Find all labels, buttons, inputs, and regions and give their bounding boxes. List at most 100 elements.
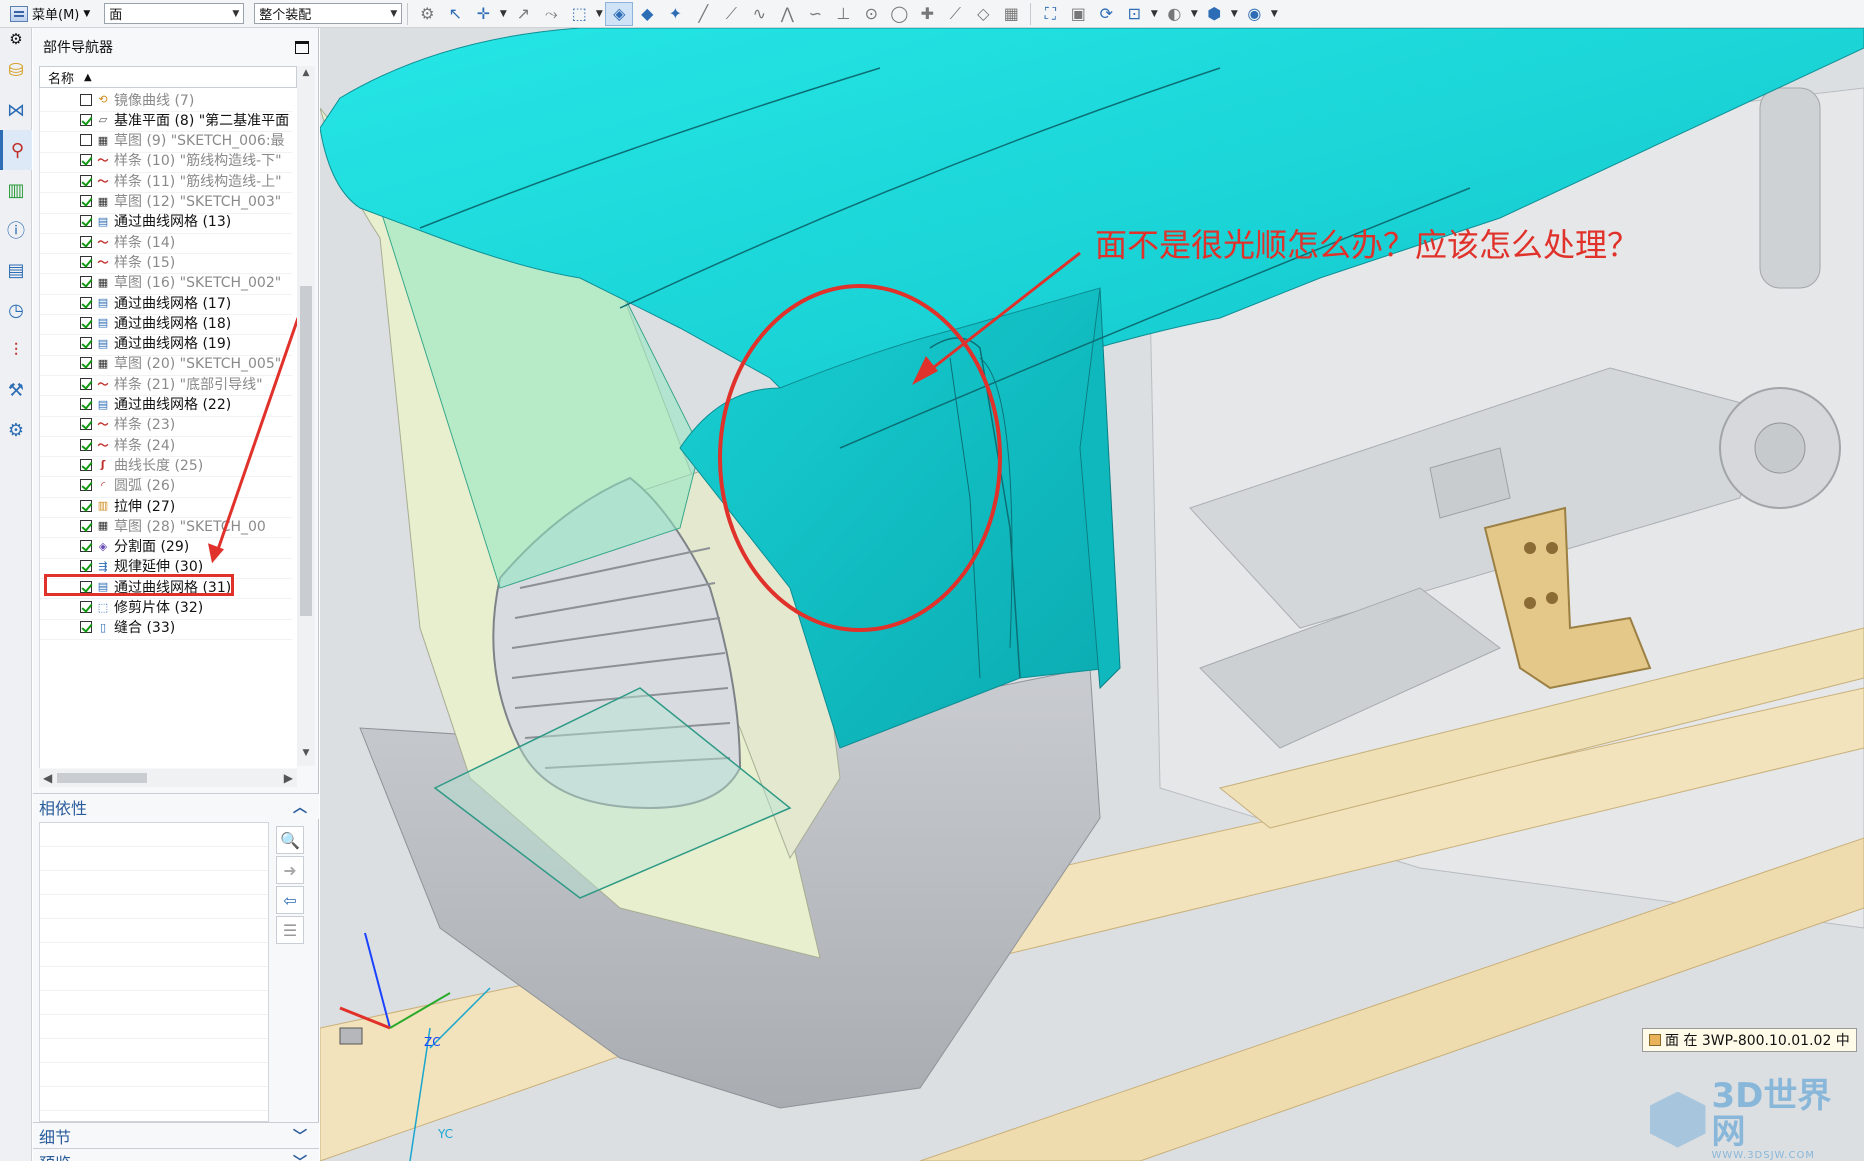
visibility-checkbox[interactable] xyxy=(80,499,92,512)
tree-horizontal-scrollbar[interactable]: ◀ ▶ xyxy=(39,769,297,787)
web-browser-icon[interactable]: ⓘ xyxy=(0,210,32,250)
arrow-left-icon[interactable]: ⇦ xyxy=(276,886,304,914)
tree-vertical-scrollbar[interactable]: ▲ ▼ xyxy=(297,66,315,766)
column-header-name[interactable]: 名称 ▲ xyxy=(39,66,297,88)
chevron-down-icon[interactable]: ▼ xyxy=(1228,2,1240,26)
spline-icon[interactable]: ∽ xyxy=(801,2,829,26)
image-icon[interactable]: ▣ xyxy=(1064,2,1092,26)
dependency-row xyxy=(40,919,268,943)
line-icon[interactable]: ╱ xyxy=(689,2,717,26)
visibility-checkbox[interactable] xyxy=(80,296,92,309)
visibility-checkbox[interactable] xyxy=(80,316,92,329)
feature-curve-icon[interactable]: ⤳ xyxy=(537,2,565,26)
preview-panel-header[interactable]: 预览 ﹀ xyxy=(33,1148,319,1161)
dependencies-panel-header[interactable]: 相依性 ︿ xyxy=(33,793,319,819)
spline-icon: 〜 xyxy=(97,255,109,269)
visibility-checkbox[interactable] xyxy=(80,134,92,147)
chevron-down-icon[interactable]: ▼ xyxy=(1188,2,1200,26)
visibility-checkbox[interactable] xyxy=(80,195,92,207)
shading-icon[interactable]: ◐ xyxy=(1160,2,1188,26)
model-view[interactable]: ZC YC xyxy=(320,28,1864,1161)
visibility-checkbox[interactable] xyxy=(80,174,92,187)
visibility-checkbox[interactable] xyxy=(80,357,92,370)
visibility-checkbox[interactable] xyxy=(80,519,92,532)
assembly-navigator-icon[interactable]: ⛁ xyxy=(0,50,32,90)
grid-icon[interactable]: ▦ xyxy=(997,2,1025,26)
system-materials-icon[interactable]: ⚙ xyxy=(0,410,32,450)
fit-view-icon[interactable]: ⛶ xyxy=(1036,2,1064,26)
menu-button[interactable]: 菜单(M) ▼ xyxy=(4,2,96,26)
filter-list-icon[interactable]: ☰ xyxy=(276,916,304,944)
visibility-checkbox[interactable] xyxy=(80,458,92,471)
selection-filter-dropdown[interactable]: 面 ▼ xyxy=(104,3,245,24)
maximize-icon[interactable] xyxy=(295,40,309,54)
rotate-icon[interactable]: ⟳ xyxy=(1092,2,1120,26)
zoom-window-icon[interactable]: ⊡ xyxy=(1120,2,1148,26)
assembly-filter-icon[interactable]: ⚙ xyxy=(413,2,441,26)
endpoint-icon[interactable]: ⟋ xyxy=(717,2,745,26)
control-point-icon[interactable]: ⋀ xyxy=(773,2,801,26)
visibility-checkbox[interactable] xyxy=(80,337,92,350)
snap-point-icon[interactable]: ✛ xyxy=(469,2,497,26)
visibility-checkbox[interactable] xyxy=(80,540,92,553)
visibility-checkbox[interactable] xyxy=(80,438,92,451)
scroll-right-icon[interactable]: ▶ xyxy=(284,771,293,785)
part-navigator-icon[interactable]: ⚲ xyxy=(0,130,32,170)
intersection-icon[interactable]: ⊥ xyxy=(829,2,857,26)
constraint-navigator-icon[interactable]: ⋈ xyxy=(0,90,32,130)
visibility-checkbox[interactable] xyxy=(80,398,92,410)
circle-icon[interactable]: ◯ xyxy=(885,2,913,26)
visibility-checkbox[interactable] xyxy=(80,479,92,492)
selection-scope-dropdown[interactable]: 整个装配 ▼ xyxy=(254,3,403,24)
graphics-window[interactable]: ZC YC 面不是很光顺怎么办？应该怎么处理？ 面 在 3WP-800.10.0… xyxy=(320,28,1864,1161)
visibility-checkbox[interactable] xyxy=(80,154,92,167)
curve-length-icon: ʃ xyxy=(100,458,106,472)
reuse-library-icon[interactable]: ▥ xyxy=(0,170,32,210)
visibility-checkbox[interactable] xyxy=(80,276,92,289)
dependency-row xyxy=(40,967,268,991)
scroll-thumb[interactable] xyxy=(57,773,147,783)
visibility-checkbox[interactable] xyxy=(80,621,92,634)
details-panel-header[interactable]: 细节 ﹀ xyxy=(33,1122,319,1148)
visibility-checkbox[interactable] xyxy=(80,215,92,228)
scroll-down-icon[interactable]: ▼ xyxy=(297,748,315,764)
clock-icon[interactable]: ◷ xyxy=(0,290,32,330)
search-icon[interactable]: 🔍 xyxy=(276,826,304,854)
analysis-icon[interactable]: ⫶ xyxy=(0,330,32,370)
box-select-icon[interactable]: ⬚ xyxy=(565,2,593,26)
cross-point-icon[interactable]: ✚ xyxy=(913,2,941,26)
tree-row[interactable]: ▯ 缝合 (33) xyxy=(40,616,292,640)
visibility-checkbox[interactable] xyxy=(80,255,92,268)
tangent-icon[interactable]: ⟋ xyxy=(941,2,969,26)
chevron-down-icon[interactable]: ▼ xyxy=(497,2,509,26)
visibility-checkbox[interactable] xyxy=(80,113,92,126)
orient-view-icon[interactable]: ⬢ xyxy=(1200,2,1228,26)
chevron-down-icon[interactable]: ▼ xyxy=(1148,2,1160,26)
scroll-thumb[interactable] xyxy=(300,286,312,616)
select-body-icon[interactable]: ◆ xyxy=(633,2,661,26)
chevron-down-icon[interactable]: ▼ xyxy=(1268,2,1280,26)
connect-curve-icon[interactable]: ↗ xyxy=(509,2,537,26)
chevron-down-icon[interactable]: ▼ xyxy=(593,2,605,26)
visibility-checkbox[interactable] xyxy=(80,93,92,106)
history-icon[interactable]: ▤ xyxy=(0,250,32,290)
curve-mesh-icon: ▤ xyxy=(97,316,109,330)
settings-gear-icon[interactable]: ⚙ xyxy=(0,28,32,50)
visibility-checkbox[interactable] xyxy=(80,601,92,613)
extrude-icon: ▥ xyxy=(97,499,109,512)
select-face-icon[interactable]: ◈ xyxy=(605,1,634,26)
role-icon[interactable]: ⚒ xyxy=(0,370,32,410)
visibility-checkbox[interactable] xyxy=(80,235,92,248)
point-snap-icon[interactable]: ✦ xyxy=(661,2,689,26)
visibility-checkbox[interactable] xyxy=(80,418,92,431)
scroll-up-icon[interactable]: ▲ xyxy=(297,68,315,84)
scroll-left-icon[interactable]: ◀ xyxy=(43,771,52,785)
visibility-checkbox[interactable] xyxy=(80,377,92,390)
visibility-checkbox[interactable] xyxy=(80,560,92,573)
curve-icon[interactable]: ∿ xyxy=(745,2,773,26)
arrow-right-icon[interactable]: ➜ xyxy=(276,856,304,884)
render-style-icon[interactable]: ◉ xyxy=(1240,2,1268,26)
face-point-icon[interactable]: ◇ xyxy=(969,2,997,26)
arc-center-icon[interactable]: ⊙ xyxy=(857,2,885,26)
general-selection-icon[interactable]: ↖ xyxy=(441,2,469,26)
